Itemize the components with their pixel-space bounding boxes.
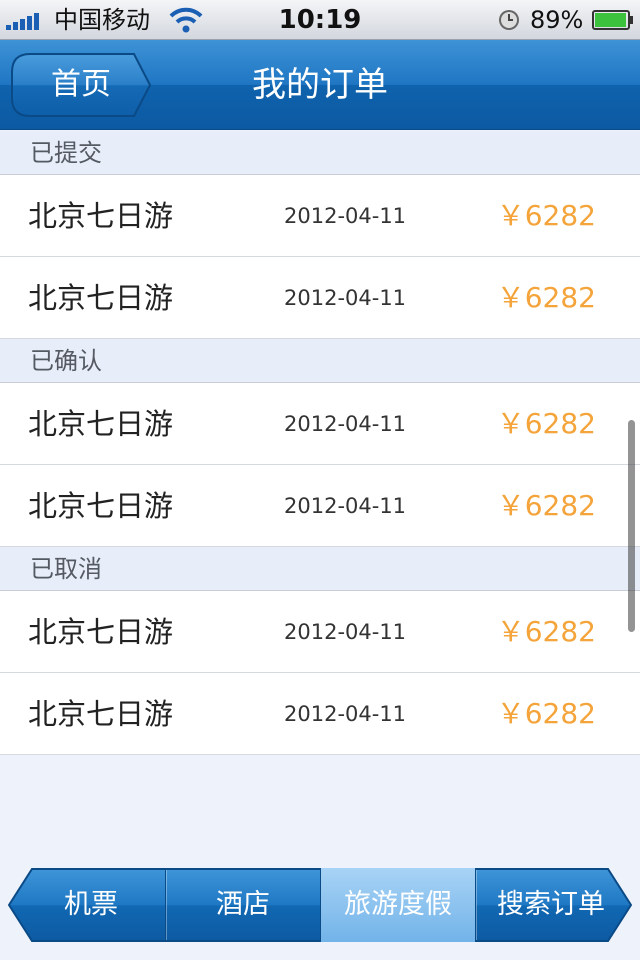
- tab-vacations[interactable]: 旅游度假: [321, 868, 475, 942]
- list-item[interactable]: 北京七日游 2012-04-11 ￥6282: [0, 673, 640, 755]
- navigation-bar: 首页: [0, 40, 640, 130]
- clock-icon: [499, 10, 519, 30]
- tab-bar: 机票 酒店 旅游度假 搜索订单: [8, 868, 632, 942]
- list-item[interactable]: 北京七日游 2012-04-11 ￥6282: [0, 465, 640, 547]
- order-price: ￥6282: [496, 615, 596, 648]
- order-name: 北京七日游: [28, 407, 174, 441]
- order-name: 北京七日游: [28, 615, 174, 649]
- order-name: 北京七日游: [28, 281, 174, 315]
- section-header-submitted: 已提交: [0, 131, 640, 175]
- section-header-confirmed: 已确认: [0, 339, 640, 383]
- battery-icon: [592, 10, 633, 30]
- order-list: 已提交 北京七日游 2012-04-11 ￥6282 北京七日游 2012-04…: [0, 131, 640, 755]
- section-header-cancelled: 已取消: [0, 547, 640, 591]
- list-item[interactable]: 北京七日游 2012-04-11 ￥6282: [0, 257, 640, 339]
- order-name: 北京七日游: [28, 199, 174, 233]
- order-price: ￥6282: [496, 199, 596, 232]
- back-button-label: 首页: [51, 67, 111, 102]
- battery-percent: 89%: [530, 6, 584, 34]
- order-date: 2012-04-11: [284, 286, 407, 310]
- order-date: 2012-04-11: [284, 702, 407, 726]
- order-price: ￥6282: [496, 489, 596, 522]
- list-item[interactable]: 北京七日游 2012-04-11 ￥6282: [0, 383, 640, 465]
- order-price: ￥6282: [496, 697, 596, 730]
- order-price: ￥6282: [496, 281, 596, 314]
- order-name: 北京七日游: [28, 489, 174, 523]
- scrollbar[interactable]: [628, 420, 635, 632]
- back-button[interactable]: 首页: [10, 52, 152, 118]
- order-date: 2012-04-11: [284, 494, 407, 518]
- order-price: ￥6282: [496, 407, 596, 440]
- order-date: 2012-04-11: [284, 620, 407, 644]
- order-date: 2012-04-11: [284, 204, 407, 228]
- list-item[interactable]: 北京七日游 2012-04-11 ￥6282: [0, 175, 640, 257]
- list-item[interactable]: 北京七日游 2012-04-11 ￥6282: [0, 591, 640, 673]
- tab-flights[interactable]: 机票: [18, 868, 164, 942]
- order-name: 北京七日游: [28, 697, 174, 731]
- order-date: 2012-04-11: [284, 412, 407, 436]
- status-bar: 中国移动 10:19 89%: [0, 0, 640, 40]
- tab-hotels[interactable]: 酒店: [166, 868, 320, 942]
- tab-search-orders[interactable]: 搜索订单: [476, 868, 626, 942]
